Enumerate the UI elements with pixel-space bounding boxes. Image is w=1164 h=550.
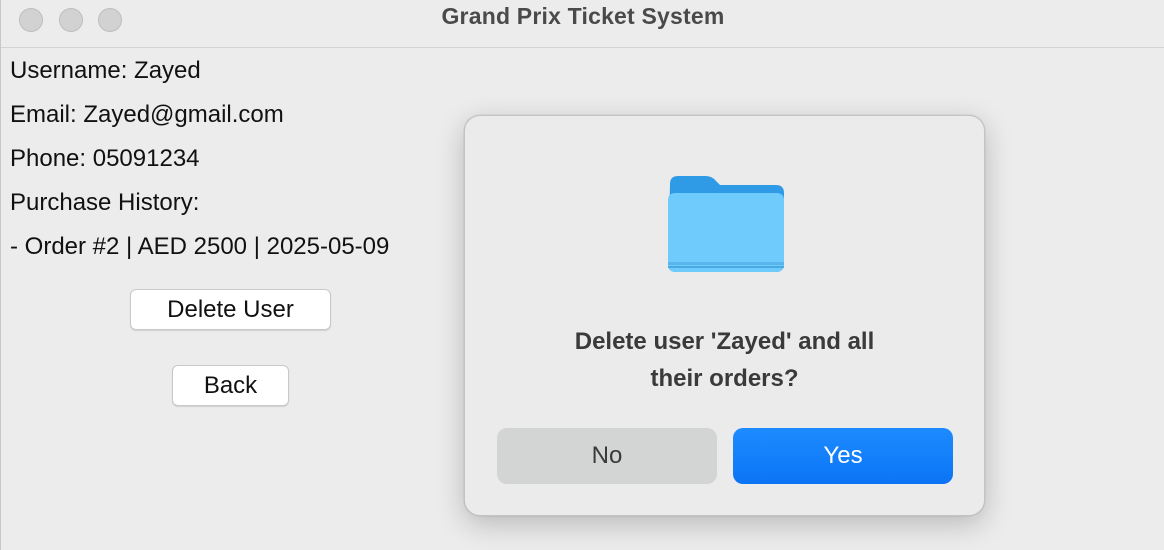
dialog-message-line: Delete user 'Zayed' and all <box>574 328 875 355</box>
folder-icon <box>668 176 784 272</box>
dialog-message-line: their orders? <box>650 365 799 392</box>
delete-user-button[interactable]: Delete User <box>130 289 331 330</box>
order-history-item: - Order #2 | AED 2500 | 2025-05-09 <box>10 233 390 260</box>
dialog-message: Delete user 'Zayed' and all their orders… <box>505 323 944 397</box>
app-window: Grand Prix Ticket System Username: Zayed… <box>0 0 1164 550</box>
back-button[interactable]: Back <box>172 365 289 406</box>
title-bar: Grand Prix Ticket System <box>1 0 1164 48</box>
phone-label: Phone: 05091234 <box>10 145 200 172</box>
no-button[interactable]: No <box>497 428 717 484</box>
purchase-history-label: Purchase History: <box>10 189 200 216</box>
username-label: Username: Zayed <box>10 57 201 84</box>
email-label: Email: Zayed@gmail.com <box>10 101 284 128</box>
confirm-delete-dialog: Delete user 'Zayed' and all their orders… <box>464 115 985 516</box>
window-title: Grand Prix Ticket System <box>441 3 725 29</box>
yes-button[interactable]: Yes <box>733 428 953 484</box>
